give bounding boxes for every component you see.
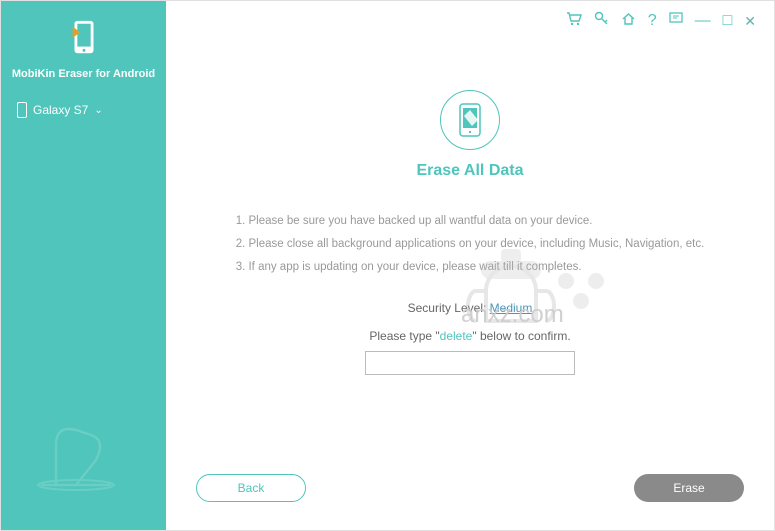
phone-icon <box>17 102 27 118</box>
security-level-link[interactable]: Medium <box>490 301 533 315</box>
app-name: MobiKin Eraser for Android <box>1 68 166 80</box>
instruction-line-3: 3. If any app is updating on your device… <box>236 256 705 279</box>
titlebar: ? — □ ✕ <box>166 1 774 40</box>
close-icon[interactable]: ✕ <box>744 14 756 28</box>
instruction-line-2: 2. Please close all background applicati… <box>236 233 705 256</box>
sidebar: MobiKin Eraser for Android Galaxy S7 ⌄ <box>1 1 166 530</box>
device-label: Galaxy S7 <box>33 103 88 117</box>
maximize-icon[interactable]: □ <box>723 13 733 29</box>
type-confirm-row: Please type "delete" below to confirm. <box>369 329 570 343</box>
app-logo-icon <box>68 19 100 57</box>
help-icon[interactable]: ? <box>648 13 657 29</box>
security-level-row: Security Level: Medium <box>408 301 533 315</box>
confirm-input[interactable] <box>365 351 575 375</box>
logo-area: MobiKin Eraser for Android <box>1 1 166 88</box>
page-title: Erase All Data <box>416 162 523 180</box>
app-window: MobiKin Eraser for Android Galaxy S7 ⌄ ?… <box>0 0 775 531</box>
back-button[interactable]: Back <box>196 474 306 502</box>
sidebar-decoration-icon <box>21 385 131 500</box>
device-selector[interactable]: Galaxy S7 ⌄ <box>1 88 166 132</box>
instructions: 1. Please be sure you have backed up all… <box>236 210 705 279</box>
minimize-icon[interactable]: — <box>695 13 711 29</box>
type-suffix: " below to confirm. <box>472 329 570 343</box>
erase-button[interactable]: Erase <box>634 474 744 502</box>
home-icon[interactable] <box>621 12 636 30</box>
instruction-line-1: 1. Please be sure you have backed up all… <box>236 210 705 233</box>
feedback-icon[interactable] <box>669 12 683 29</box>
chevron-down-icon: ⌄ <box>94 105 102 116</box>
erase-hero-icon <box>440 90 500 150</box>
footer: Back Erase <box>166 474 774 530</box>
type-keyword: delete <box>440 329 473 343</box>
main-panel: ? — □ ✕ Erase All Data 1. Please be sure… <box>166 1 774 530</box>
type-prefix: Please type " <box>369 329 439 343</box>
key-icon[interactable] <box>594 11 609 30</box>
security-label: Security Level: <box>408 301 487 315</box>
content-area: Erase All Data 1. Please be sure you hav… <box>166 40 774 474</box>
cart-icon[interactable] <box>566 12 582 30</box>
